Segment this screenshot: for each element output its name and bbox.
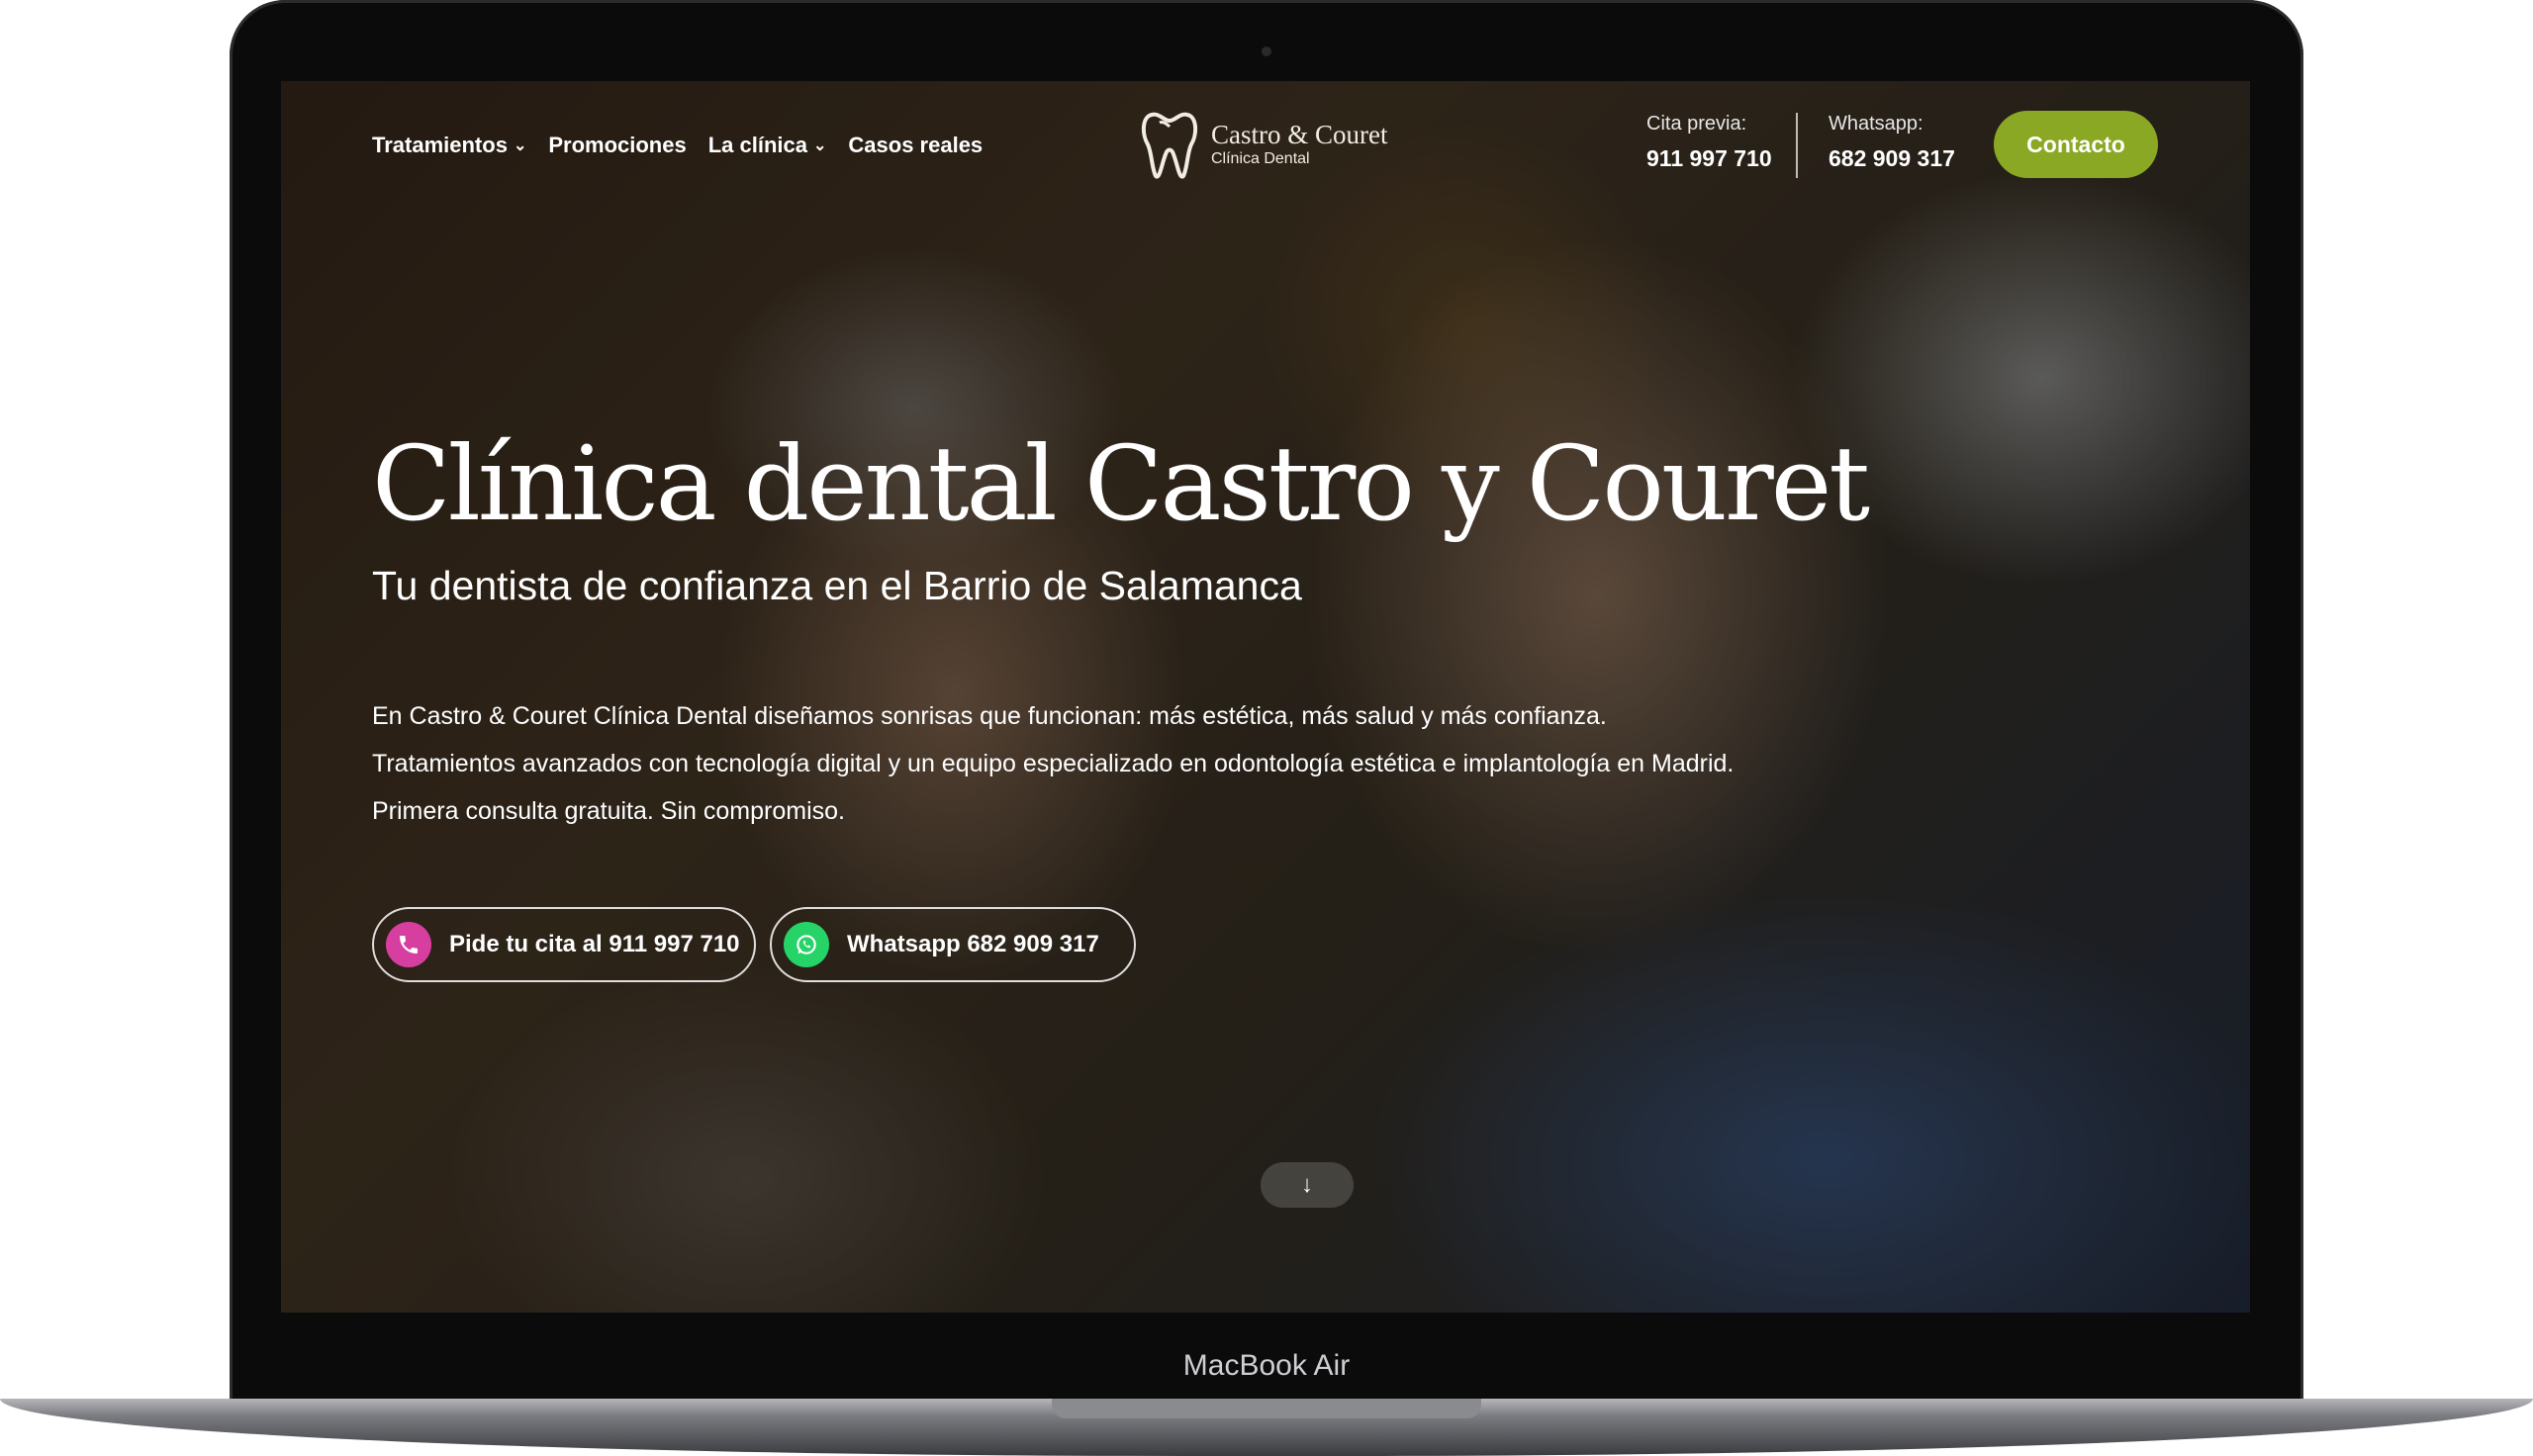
laptop-opening-notch bbox=[1052, 1399, 1481, 1418]
appointment-number: 911 997 710 bbox=[1646, 145, 1772, 171]
call-appointment-button[interactable]: Pide tu cita al 911 997 710 bbox=[372, 907, 756, 982]
nav-item-casos-reales[interactable]: Casos reales bbox=[848, 133, 983, 158]
main-nav: Tratamientos ⌄ Promociones La clínica ⌄ … bbox=[372, 133, 983, 158]
logo-subtitle: Clínica Dental bbox=[1211, 150, 1310, 167]
hero-subtitle: Tu dentista de confianza en el Barrio de… bbox=[372, 563, 1302, 608]
nav-item-label: Tratamientos bbox=[372, 133, 508, 157]
hero-paragraph: En Castro & Couret Clínica Dental diseña… bbox=[372, 702, 1607, 730]
appointment-label: Cita previa: bbox=[1646, 113, 1747, 135]
whatsapp-button-label: Whatsapp 682 909 317 bbox=[847, 931, 1099, 957]
hero-description: En Castro & Couret Clínica Dental diseña… bbox=[372, 692, 1856, 835]
whatsapp-icon bbox=[784, 922, 829, 967]
hero-paragraph: Primera consulta gratuita. Sin compromis… bbox=[372, 797, 845, 825]
appointment-phone-block[interactable]: Cita previa: 911 997 710 bbox=[1646, 113, 1772, 172]
tooth-icon bbox=[1141, 112, 1198, 179]
nav-item-tratamientos[interactable]: Tratamientos ⌄ bbox=[372, 133, 526, 158]
nav-item-label: La clínica bbox=[707, 133, 807, 157]
logo-name: Castro & Couret bbox=[1211, 120, 1388, 149]
chevron-down-icon: ⌄ bbox=[513, 137, 527, 154]
arrow-down-icon: ↓ bbox=[1301, 1171, 1313, 1198]
contact-button[interactable]: Contacto bbox=[1994, 111, 2158, 178]
whatsapp-label: Whatsapp: bbox=[1829, 113, 1923, 135]
whatsapp-number: 682 909 317 bbox=[1829, 145, 1955, 171]
call-appointment-label: Pide tu cita al 911 997 710 bbox=[449, 931, 740, 957]
scroll-down-button[interactable]: ↓ bbox=[1261, 1162, 1354, 1208]
clinic-logo[interactable]: Castro & Couret Clínica Dental bbox=[1140, 109, 1387, 180]
nav-item-label: Promociones bbox=[548, 133, 687, 157]
hero-paragraph: Tratamientos avanzados con tecnología di… bbox=[372, 750, 1735, 777]
nav-item-la-clinica[interactable]: La clínica ⌄ bbox=[708, 133, 827, 158]
whatsapp-block[interactable]: Whatsapp: 682 909 317 bbox=[1829, 113, 1955, 172]
whatsapp-button[interactable]: Whatsapp 682 909 317 bbox=[770, 907, 1136, 982]
device-label: MacBook Air bbox=[1182, 1349, 1351, 1382]
website-screen: Tratamientos ⌄ Promociones La clínica ⌄ … bbox=[281, 81, 2250, 1313]
chevron-down-icon: ⌄ bbox=[813, 137, 827, 154]
nav-item-label: Casos reales bbox=[848, 133, 984, 157]
hero-title: Clínica dental Castro y Couret bbox=[372, 423, 1870, 544]
phone-icon bbox=[386, 922, 431, 967]
nav-item-promociones[interactable]: Promociones bbox=[548, 133, 686, 158]
camera-icon bbox=[1262, 46, 1271, 56]
contact-divider bbox=[1796, 113, 1798, 178]
